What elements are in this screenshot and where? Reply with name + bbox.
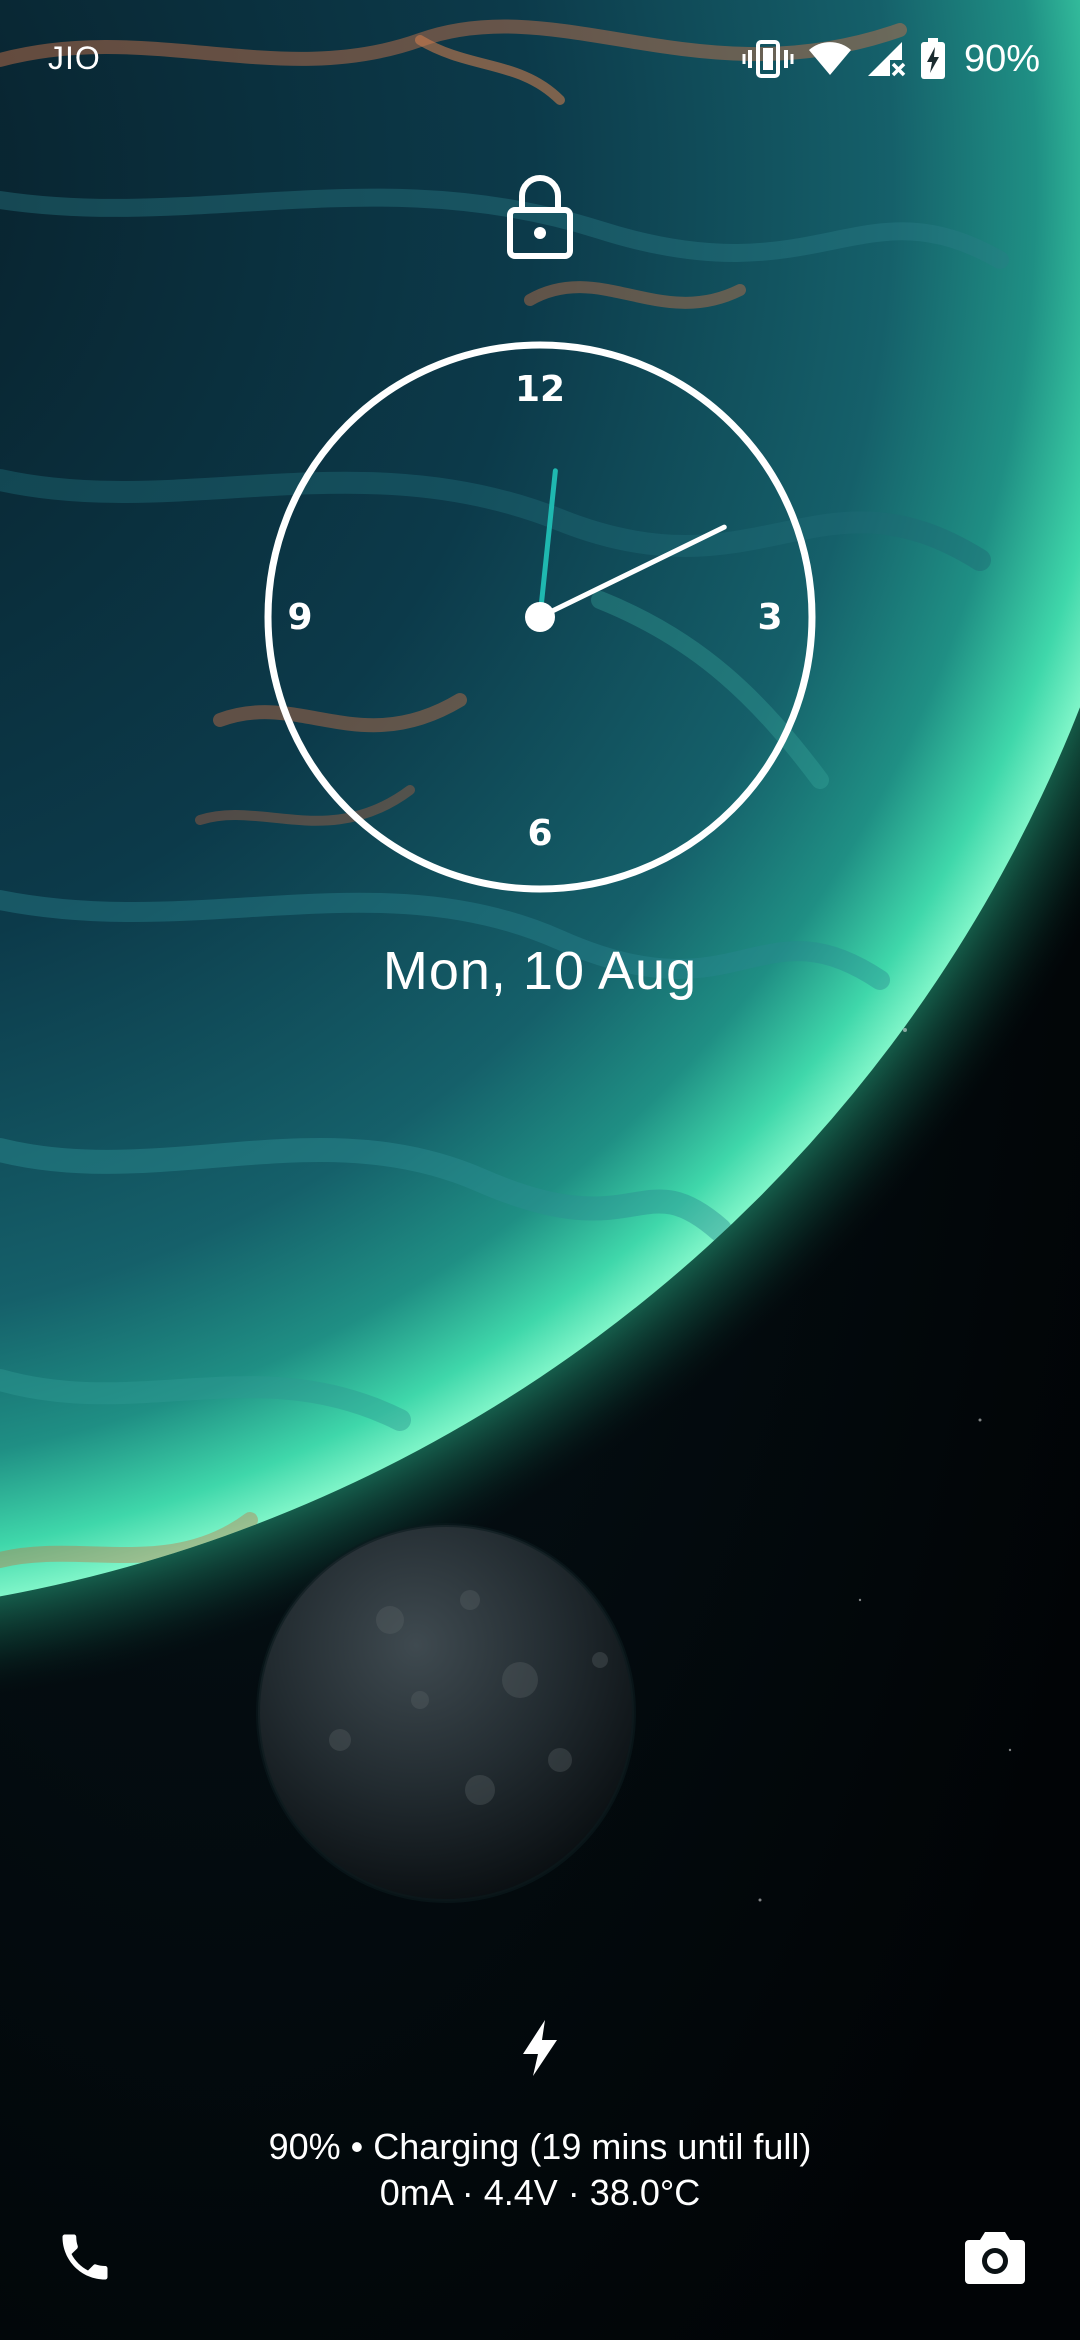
clock-numeral-12: 12 (515, 369, 565, 410)
camera-shortcut-button[interactable] (950, 2212, 1040, 2302)
status-icons: 90% (742, 34, 1040, 84)
clock-hour-hand (537, 524, 727, 620)
phone-icon (62, 2234, 108, 2280)
charging-details-text: 0mA · 4.4V · 38.0°C (379, 2172, 701, 2213)
camera-icon (965, 2232, 1025, 2284)
clock-numeral-3: 3 (757, 597, 782, 638)
analog-clock[interactable]: 12 3 6 9 (258, 335, 822, 899)
cellular-no-signal-icon (866, 40, 906, 78)
date-label: Mon, 10 Aug (382, 941, 698, 1001)
clock-center-dot (525, 602, 555, 632)
clock-numeral-6: 6 (527, 813, 552, 854)
carrier-name: JIO (48, 40, 101, 76)
lightning-bolt-icon (523, 2020, 557, 2076)
charging-status-text: 90% • Charging (19 mins until full) (268, 2126, 812, 2167)
lock-screen: JIO 90% 12 3 6 9 Mon, 10 Aug 90% • Charg… (0, 0, 1080, 2340)
clock-minute-hand (537, 468, 558, 620)
phone-shortcut-button[interactable] (40, 2212, 130, 2302)
vibrate-icon (742, 39, 794, 79)
battery-percentage: 90% (963, 37, 1040, 80)
battery-charging-icon (920, 38, 946, 80)
wifi-icon (808, 41, 852, 77)
status-bar: JIO 90% (0, 0, 1080, 120)
lock-icon (507, 175, 573, 259)
clock-numeral-9: 9 (287, 597, 312, 638)
charging-info: 90% • Charging (19 mins until full) 0mA … (0, 2124, 1080, 2216)
